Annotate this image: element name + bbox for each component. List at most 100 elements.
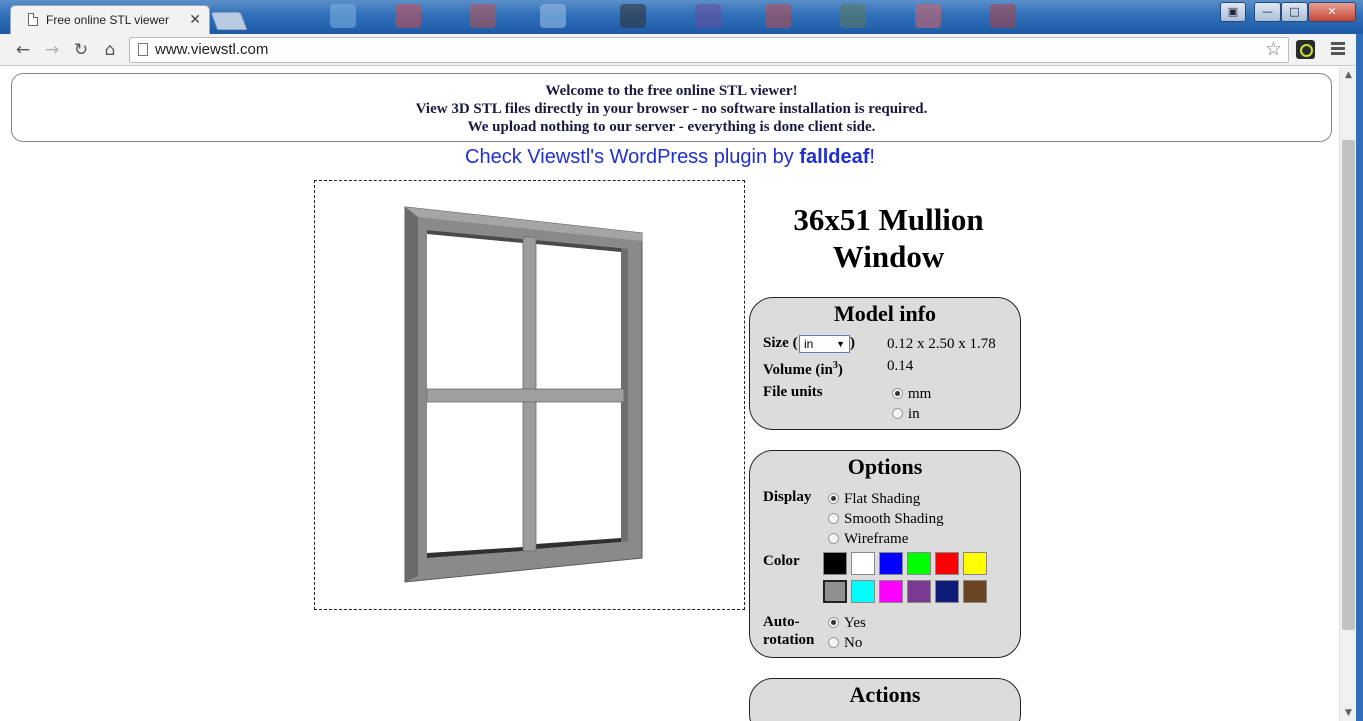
color-swatch[interactable] xyxy=(907,552,931,575)
color-swatch[interactable] xyxy=(907,580,931,603)
user-profile-button[interactable]: ▣ xyxy=(1220,2,1246,22)
radio-label: Flat Shading xyxy=(844,491,921,507)
color-label: Color xyxy=(763,553,800,569)
radio-icon xyxy=(828,513,839,524)
radio-icon xyxy=(828,637,839,648)
taskbar-decoration xyxy=(765,4,791,28)
stl-viewer-canvas[interactable] xyxy=(314,180,745,610)
taskbar-decoration xyxy=(330,4,356,28)
plugin-text: Check Viewstl's WordPress plugin by xyxy=(465,146,800,168)
radio-label: Wireframe xyxy=(844,531,909,547)
taskbar-decoration xyxy=(695,4,721,28)
display-smooth-radio[interactable]: Smooth Shading xyxy=(828,511,944,528)
autorotation-no-radio[interactable]: No xyxy=(828,635,862,652)
panel-heading: Options xyxy=(847,454,923,479)
color-swatch[interactable] xyxy=(935,580,959,603)
size-label: Size ( xyxy=(763,335,798,352)
size-unit-value: in xyxy=(804,337,814,351)
scroll-up-icon[interactable]: ▲ xyxy=(1340,67,1357,83)
taskbar-decoration xyxy=(915,4,941,28)
radio-label: mm xyxy=(908,386,932,402)
page-icon xyxy=(138,43,148,56)
actions-panel: Actions xyxy=(749,678,1021,721)
color-swatch[interactable] xyxy=(823,580,847,603)
browser-tab[interactable]: Free online STL viewer ✕ xyxy=(10,5,210,34)
unit-in-radio[interactable]: in xyxy=(892,406,920,423)
radio-icon xyxy=(892,408,903,419)
radio-label: in xyxy=(908,406,920,422)
autorotation-yes-radio[interactable]: Yes xyxy=(828,615,866,632)
size-value: 0.12 x 2.50 x 1.78 xyxy=(887,336,996,352)
address-bar[interactable]: www.viewstl.com ☆ xyxy=(129,37,1289,63)
color-swatch[interactable] xyxy=(851,580,875,603)
page-scrollbar[interactable]: ▲ ▼ xyxy=(1339,67,1356,721)
autorotation-label: Auto- rotation xyxy=(763,613,814,649)
menu-icon[interactable] xyxy=(1328,40,1348,60)
browser-toolbar: ← → ↻ ⌂ www.viewstl.com ☆ xyxy=(0,34,1363,66)
back-arrow-icon[interactable]: ← xyxy=(11,38,35,62)
display-flat-radio[interactable]: Flat Shading xyxy=(828,491,920,508)
welcome-line: Welcome to the free online STL viewer! xyxy=(545,83,798,99)
taskbar-decoration xyxy=(620,4,646,28)
extension-icon[interactable] xyxy=(1296,40,1315,59)
volume-value: 0.14 xyxy=(887,358,914,374)
window-frame-edge xyxy=(1356,34,1363,721)
color-swatch[interactable] xyxy=(963,580,987,603)
taskbar-decoration xyxy=(470,4,496,28)
url-text[interactable]: www.viewstl.com xyxy=(155,41,268,58)
radio-selected-icon xyxy=(892,388,903,399)
radio-icon xyxy=(828,533,839,544)
maximize-button[interactable]: □ xyxy=(1281,2,1308,22)
radio-selected-icon xyxy=(828,617,839,628)
reload-icon[interactable]: ↻ xyxy=(69,38,93,62)
size-unit-select[interactable]: in ▼ xyxy=(799,335,850,353)
panel-heading: Actions xyxy=(849,682,921,707)
plugin-text: ! xyxy=(869,146,875,168)
options-panel: Options Display Flat Shading Smooth Shad… xyxy=(749,450,1021,658)
taskbar-decoration xyxy=(395,4,421,28)
taskbar-decoration xyxy=(840,4,866,28)
color-swatch[interactable] xyxy=(851,552,875,575)
window-close-button[interactable]: ✕ xyxy=(1308,2,1356,22)
color-swatch[interactable] xyxy=(823,552,847,575)
browser-titlebar: Free online STL viewer ✕ ▣ — □ ✕ xyxy=(0,0,1363,34)
volume-label-text: Volume (in xyxy=(763,362,833,378)
color-swatch[interactable] xyxy=(879,580,903,603)
new-tab-button[interactable] xyxy=(210,12,248,30)
scroll-down-icon[interactable]: ▼ xyxy=(1340,705,1357,721)
scrollbar-thumb[interactable] xyxy=(1342,140,1355,630)
model-info-panel: Model info Size ( in ▼ ) 0.12 x 2.50 x 1… xyxy=(749,297,1021,430)
home-icon[interactable]: ⌂ xyxy=(98,38,122,62)
close-icon[interactable]: ✕ xyxy=(189,11,201,28)
volume-label: Volume (in3) xyxy=(763,360,843,379)
panel-heading: Model info xyxy=(833,301,937,326)
welcome-banner: Welcome to the free online STL viewer! V… xyxy=(11,73,1332,142)
autorotation-label-line: Auto- xyxy=(763,614,800,630)
unit-mm-radio[interactable]: mm xyxy=(892,386,931,403)
size-label-close: ) xyxy=(850,335,855,351)
size-label-text: Size ( xyxy=(763,335,798,351)
display-label: Display xyxy=(763,489,812,505)
taskbar-decoration xyxy=(540,4,566,28)
welcome-line: We upload nothing to our server - everyt… xyxy=(467,119,876,135)
minimize-button[interactable]: — xyxy=(1254,2,1281,22)
forward-arrow-icon[interactable]: → xyxy=(40,38,64,62)
plugin-author-link[interactable]: falldeaf xyxy=(799,146,869,168)
chevron-down-icon: ▼ xyxy=(836,339,845,349)
window-3d-model xyxy=(404,206,643,583)
file-units-label: File units xyxy=(763,384,823,400)
bookmark-star-icon[interactable]: ☆ xyxy=(1265,38,1282,60)
color-swatch[interactable] xyxy=(963,552,987,575)
model-title: 36x51 Mullion Window xyxy=(793,202,984,274)
plugin-notice: Check Viewstl's WordPress plugin by fall… xyxy=(0,146,1340,169)
color-swatch[interactable] xyxy=(935,552,959,575)
taskbar-decoration xyxy=(990,4,1016,28)
welcome-line: View 3D STL files directly in your brows… xyxy=(415,101,928,117)
radio-label: No xyxy=(844,635,863,651)
volume-label-close: ) xyxy=(837,362,843,378)
tab-title: Free online STL viewer xyxy=(46,13,169,27)
color-swatch[interactable] xyxy=(879,552,903,575)
radio-selected-icon xyxy=(828,493,839,504)
autorotation-label-line: rotation xyxy=(763,632,815,648)
display-wireframe-radio[interactable]: Wireframe xyxy=(828,531,908,548)
